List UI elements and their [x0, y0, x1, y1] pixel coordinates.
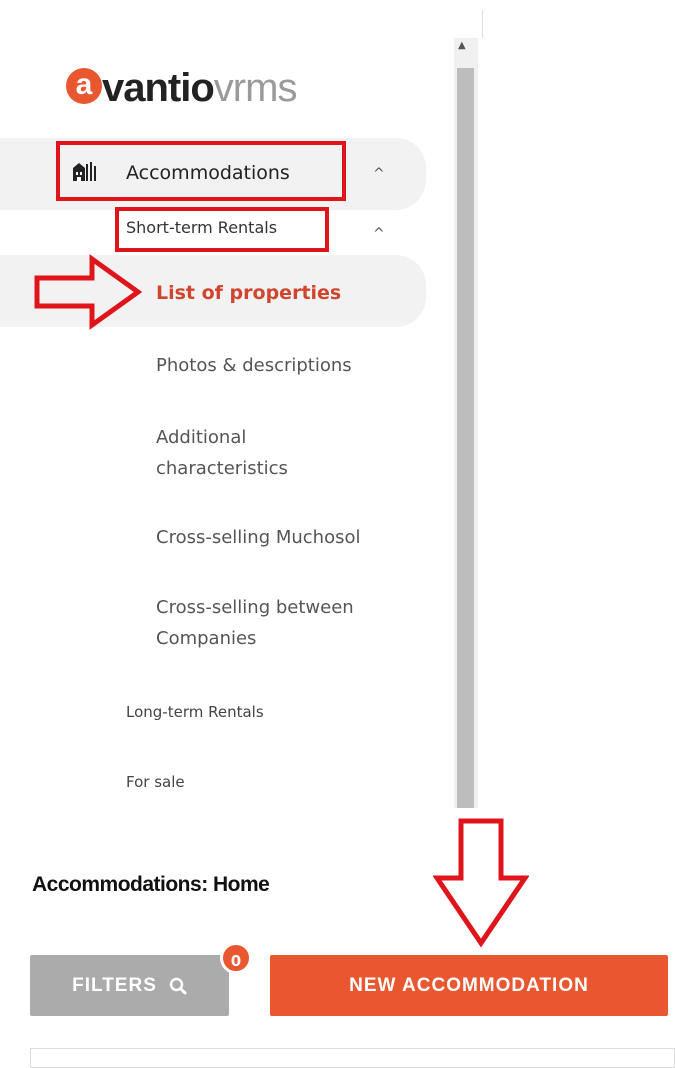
page-title: Accommodations: Home	[32, 873, 270, 896]
sidebar-item-cross-selling-between[interactable]: Cross-selling between Companies	[156, 592, 426, 654]
highlight-box-short-term	[115, 207, 329, 252]
arrow-down-annotation	[433, 818, 529, 948]
avantio-logo: a vantiovrms	[66, 66, 298, 116]
filters-button-label: FILTERS	[72, 974, 157, 996]
sidebar-item-long-term-rentals[interactable]: Long-term Rentals	[126, 703, 264, 721]
sidebar-item-photos-descriptions[interactable]: Photos & descriptions	[156, 350, 352, 381]
sidebar-item-cross-selling-muchosol[interactable]: Cross-selling Muchosol	[156, 522, 361, 553]
chevron-up-icon[interactable]: ^	[373, 226, 385, 242]
logo-brand-text: vantio	[102, 66, 215, 110]
scroll-up-arrow-icon[interactable]: ▲	[458, 40, 466, 51]
arrow-right-annotation	[34, 254, 143, 330]
logo-suffix: vrms	[213, 66, 298, 110]
sidebar-item-list-of-properties-label[interactable]: List of properties	[156, 282, 341, 304]
sidebar-item-additional-characteristics[interactable]: Additional characteristics	[156, 422, 346, 484]
logo-a-mark: a	[66, 67, 102, 104]
chevron-up-icon[interactable]: ^	[373, 166, 385, 182]
filters-count-badge: 0	[220, 942, 252, 974]
content-area	[30, 1048, 675, 1068]
sidebar: a vantiovrms Accommodations ^ Short-term …	[0, 0, 483, 808]
search-icon	[169, 977, 187, 994]
new-accommodation-button[interactable]: NEW ACCOMMODATION	[270, 955, 668, 1016]
filters-button[interactable]: FILTERS	[30, 955, 229, 1016]
panel-divider	[482, 10, 483, 38]
scrollbar-thumb[interactable]	[457, 68, 474, 808]
highlight-box-accommodations	[56, 141, 346, 201]
main-panel	[0, 808, 675, 1061]
sidebar-item-for-sale[interactable]: For sale	[126, 773, 185, 791]
